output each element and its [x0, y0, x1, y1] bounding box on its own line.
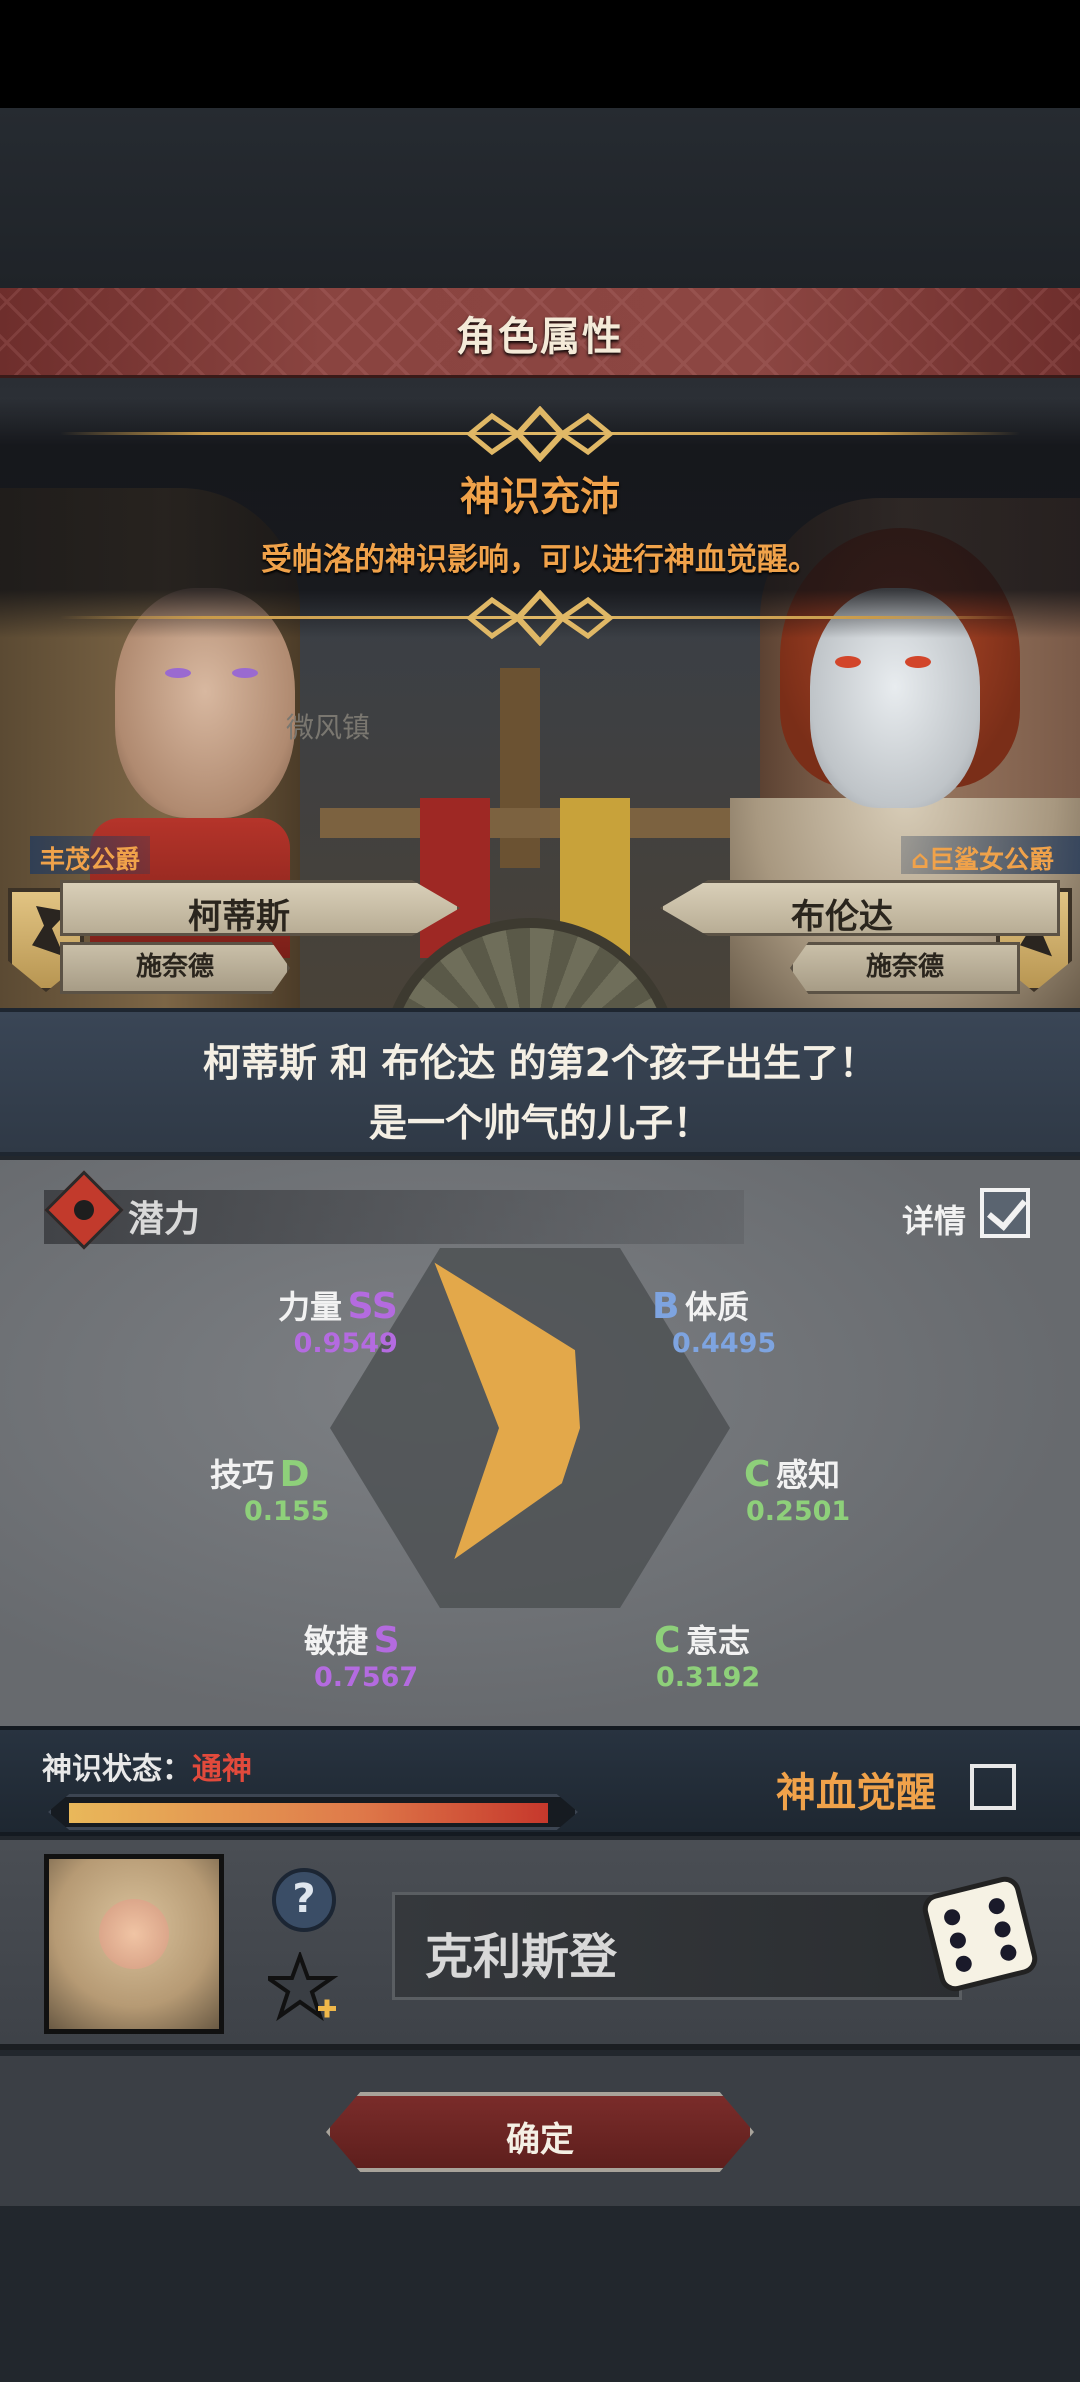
confirm-button[interactable]: 确定: [326, 2092, 754, 2172]
page-title: 角色属性: [456, 314, 624, 360]
god-sense-notice: 神识充沛 受帕洛的神识影响，可以进行神血觉醒。: [0, 398, 1080, 646]
top-background: [0, 108, 1080, 288]
awaken-label: 神血觉醒: [776, 1770, 936, 1816]
title-banner: 角色属性: [0, 288, 1080, 378]
ornament-icon: [466, 590, 614, 646]
stat-will: C 意志 0.3192: [654, 1620, 761, 1693]
child-naming: ? 克利斯登: [0, 1840, 1080, 2050]
ornament-icon: [466, 406, 614, 462]
detail-checkbox[interactable]: [980, 1188, 1030, 1238]
potential-label: 潜力: [128, 1199, 201, 1240]
mother-house: 施奈德: [790, 942, 1020, 994]
baby-portrait: [44, 1854, 224, 2034]
mother-name-plate[interactable]: 布伦达: [660, 880, 1060, 936]
god-state-label: 神识状态：通神: [42, 1752, 252, 1787]
star-plus-icon[interactable]: [268, 1952, 340, 2024]
god-sense-description: 受帕洛的神识影响，可以进行神血觉醒。: [261, 542, 819, 578]
question-icon[interactable]: ?: [272, 1868, 336, 1932]
stat-constitution: B 体质 0.4495: [652, 1286, 777, 1359]
bottom-background: [0, 2206, 1080, 2382]
father-house: 施奈德: [60, 942, 290, 994]
stat-strength: 力量 SS 0.9549: [278, 1286, 398, 1359]
mother-title: ⌂巨鲨女公爵: [901, 836, 1080, 874]
town-sign: 微风镇: [286, 711, 371, 744]
birth-message: 柯蒂斯 和 布伦达 的第2个孩子出生了！ 是一个帅气的儿子！: [0, 1008, 1080, 1156]
stat-skill: 技巧 D 0.155: [210, 1454, 330, 1527]
child-name: 克利斯登: [425, 1929, 618, 1985]
god-state-bar: 神识状态：通神 神血觉醒: [0, 1726, 1080, 1836]
detail-label: 详情: [902, 1202, 967, 1240]
god-sense-title: 神识充沛: [460, 474, 620, 520]
status-bar: [0, 0, 1080, 108]
birth-message-line1: 柯蒂斯 和 布伦达 的第2个孩子出生了！: [202, 1041, 878, 1085]
child-name-input[interactable]: 克利斯登: [392, 1892, 962, 2000]
stat-perception: C 感知 0.2501: [744, 1454, 851, 1527]
stat-agility: 敏捷 S 0.7567: [304, 1620, 419, 1693]
father-name-plate[interactable]: 柯蒂斯: [60, 880, 460, 936]
father-name: 柯蒂斯: [188, 897, 290, 937]
father-title: 丰茂公爵: [30, 836, 151, 874]
god-state-progress: [48, 1794, 578, 1830]
footer-area: 确定: [0, 2056, 1080, 2206]
god-state-value: 通神: [192, 1752, 252, 1787]
birth-message-line2: 是一个帅气的儿子！: [368, 1101, 711, 1145]
mother-name: 布伦达: [791, 897, 893, 937]
god-state-progress-fill: [69, 1803, 549, 1823]
potential-panel: 潜力 详情 力量 SS 0.9549 B 体质 0.4495 技巧 D 0.15…: [0, 1160, 1080, 1730]
castle-icon: ⌂: [911, 845, 929, 874]
awaken-checkbox[interactable]: [970, 1764, 1016, 1810]
